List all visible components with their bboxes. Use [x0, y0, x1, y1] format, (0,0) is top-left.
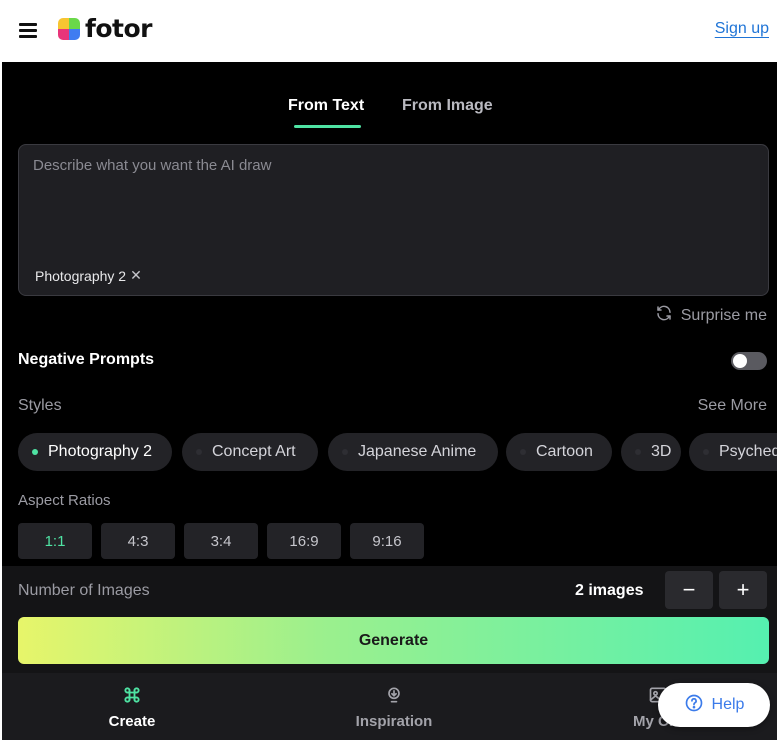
surprise-me-button[interactable]: Surprise me [655, 304, 767, 327]
ratio-1-1[interactable]: 1:1 [18, 523, 92, 559]
negative-prompts-toggle[interactable] [731, 352, 767, 370]
style-chip-concept-art[interactable]: Concept Art [182, 433, 318, 471]
signup-link[interactable]: Sign up [715, 20, 769, 38]
app-frame: fotor Sign up From Text From Image Photo… [0, 0, 780, 743]
mode-tabs: From Text From Image [2, 95, 777, 131]
chip-label: Psyched [719, 443, 780, 460]
chip-label: Cartoon [536, 443, 593, 460]
negative-prompts-label: Negative Prompts [18, 351, 155, 368]
prompt-input[interactable] [33, 157, 753, 247]
surprise-me-label: Surprise me [680, 306, 767, 324]
close-icon[interactable]: ✕ [130, 267, 142, 284]
number-of-images-value: 2 images [575, 582, 644, 599]
style-chip-3d[interactable]: 3D [621, 433, 681, 471]
toggle-knob [733, 354, 747, 368]
ratio-4-3[interactable]: 4:3 [101, 523, 175, 559]
selected-dot-icon [32, 449, 38, 455]
nav-create[interactable]: Create [62, 683, 202, 730]
active-tab-indicator [294, 125, 361, 128]
ratio-9-16[interactable]: 9:16 [350, 523, 424, 559]
style-chip-photography-2[interactable]: Photography 2 [18, 433, 172, 471]
increase-images-button[interactable]: + [719, 571, 767, 609]
question-circle-icon [684, 693, 704, 718]
style-tag-label: Photography 2 [35, 267, 127, 284]
style-chip-psyched[interactable]: Psyched [689, 433, 780, 471]
styles-label: Styles [18, 397, 62, 414]
generate-button[interactable]: Generate [18, 617, 769, 664]
number-of-images-label: Number of Images [18, 582, 150, 599]
style-chips: Photography 2 Concept Art Japanese Anime… [18, 433, 780, 471]
help-button[interactable]: Help [658, 683, 770, 727]
prompt-box: Photography 2 ✕ [18, 144, 769, 296]
chip-label: Concept Art [212, 443, 296, 460]
tab-from-image[interactable]: From Image [402, 95, 493, 117]
nav-inspiration-label: Inspiration [355, 713, 433, 730]
dot-icon [520, 449, 526, 455]
dot-icon [342, 449, 348, 455]
command-icon [122, 683, 142, 707]
dot-icon [196, 449, 202, 455]
ratio-16-9[interactable]: 16:9 [267, 523, 341, 559]
brand-name: fotor [85, 14, 153, 43]
chip-label: Japanese Anime [358, 443, 477, 460]
fotor-logo-icon [58, 18, 80, 40]
chip-label: 3D [651, 443, 672, 460]
style-tag: Photography 2 ✕ [35, 267, 142, 284]
chip-label: Photography 2 [48, 443, 153, 460]
see-more-link[interactable]: See More [698, 397, 767, 415]
ratio-3-4[interactable]: 3:4 [184, 523, 258, 559]
menu-icon[interactable] [19, 23, 37, 38]
fotor-logo[interactable]: fotor [58, 14, 153, 43]
lightbulb-icon [384, 683, 404, 707]
top-header: fotor Sign up [2, 3, 777, 62]
aspect-ratios-label: Aspect Ratios [18, 492, 111, 509]
dot-icon [703, 449, 709, 455]
nav-inspiration[interactable]: Inspiration [324, 683, 464, 730]
help-label: Help [711, 696, 745, 713]
tab-from-text[interactable]: From Text [288, 95, 364, 117]
refresh-icon [655, 304, 673, 327]
dot-icon [635, 449, 641, 455]
decrease-images-button[interactable]: − [665, 571, 713, 609]
nav-create-label: Create [108, 713, 156, 730]
style-chip-japanese-anime[interactable]: Japanese Anime [328, 433, 498, 471]
style-chip-cartoon[interactable]: Cartoon [506, 433, 612, 471]
